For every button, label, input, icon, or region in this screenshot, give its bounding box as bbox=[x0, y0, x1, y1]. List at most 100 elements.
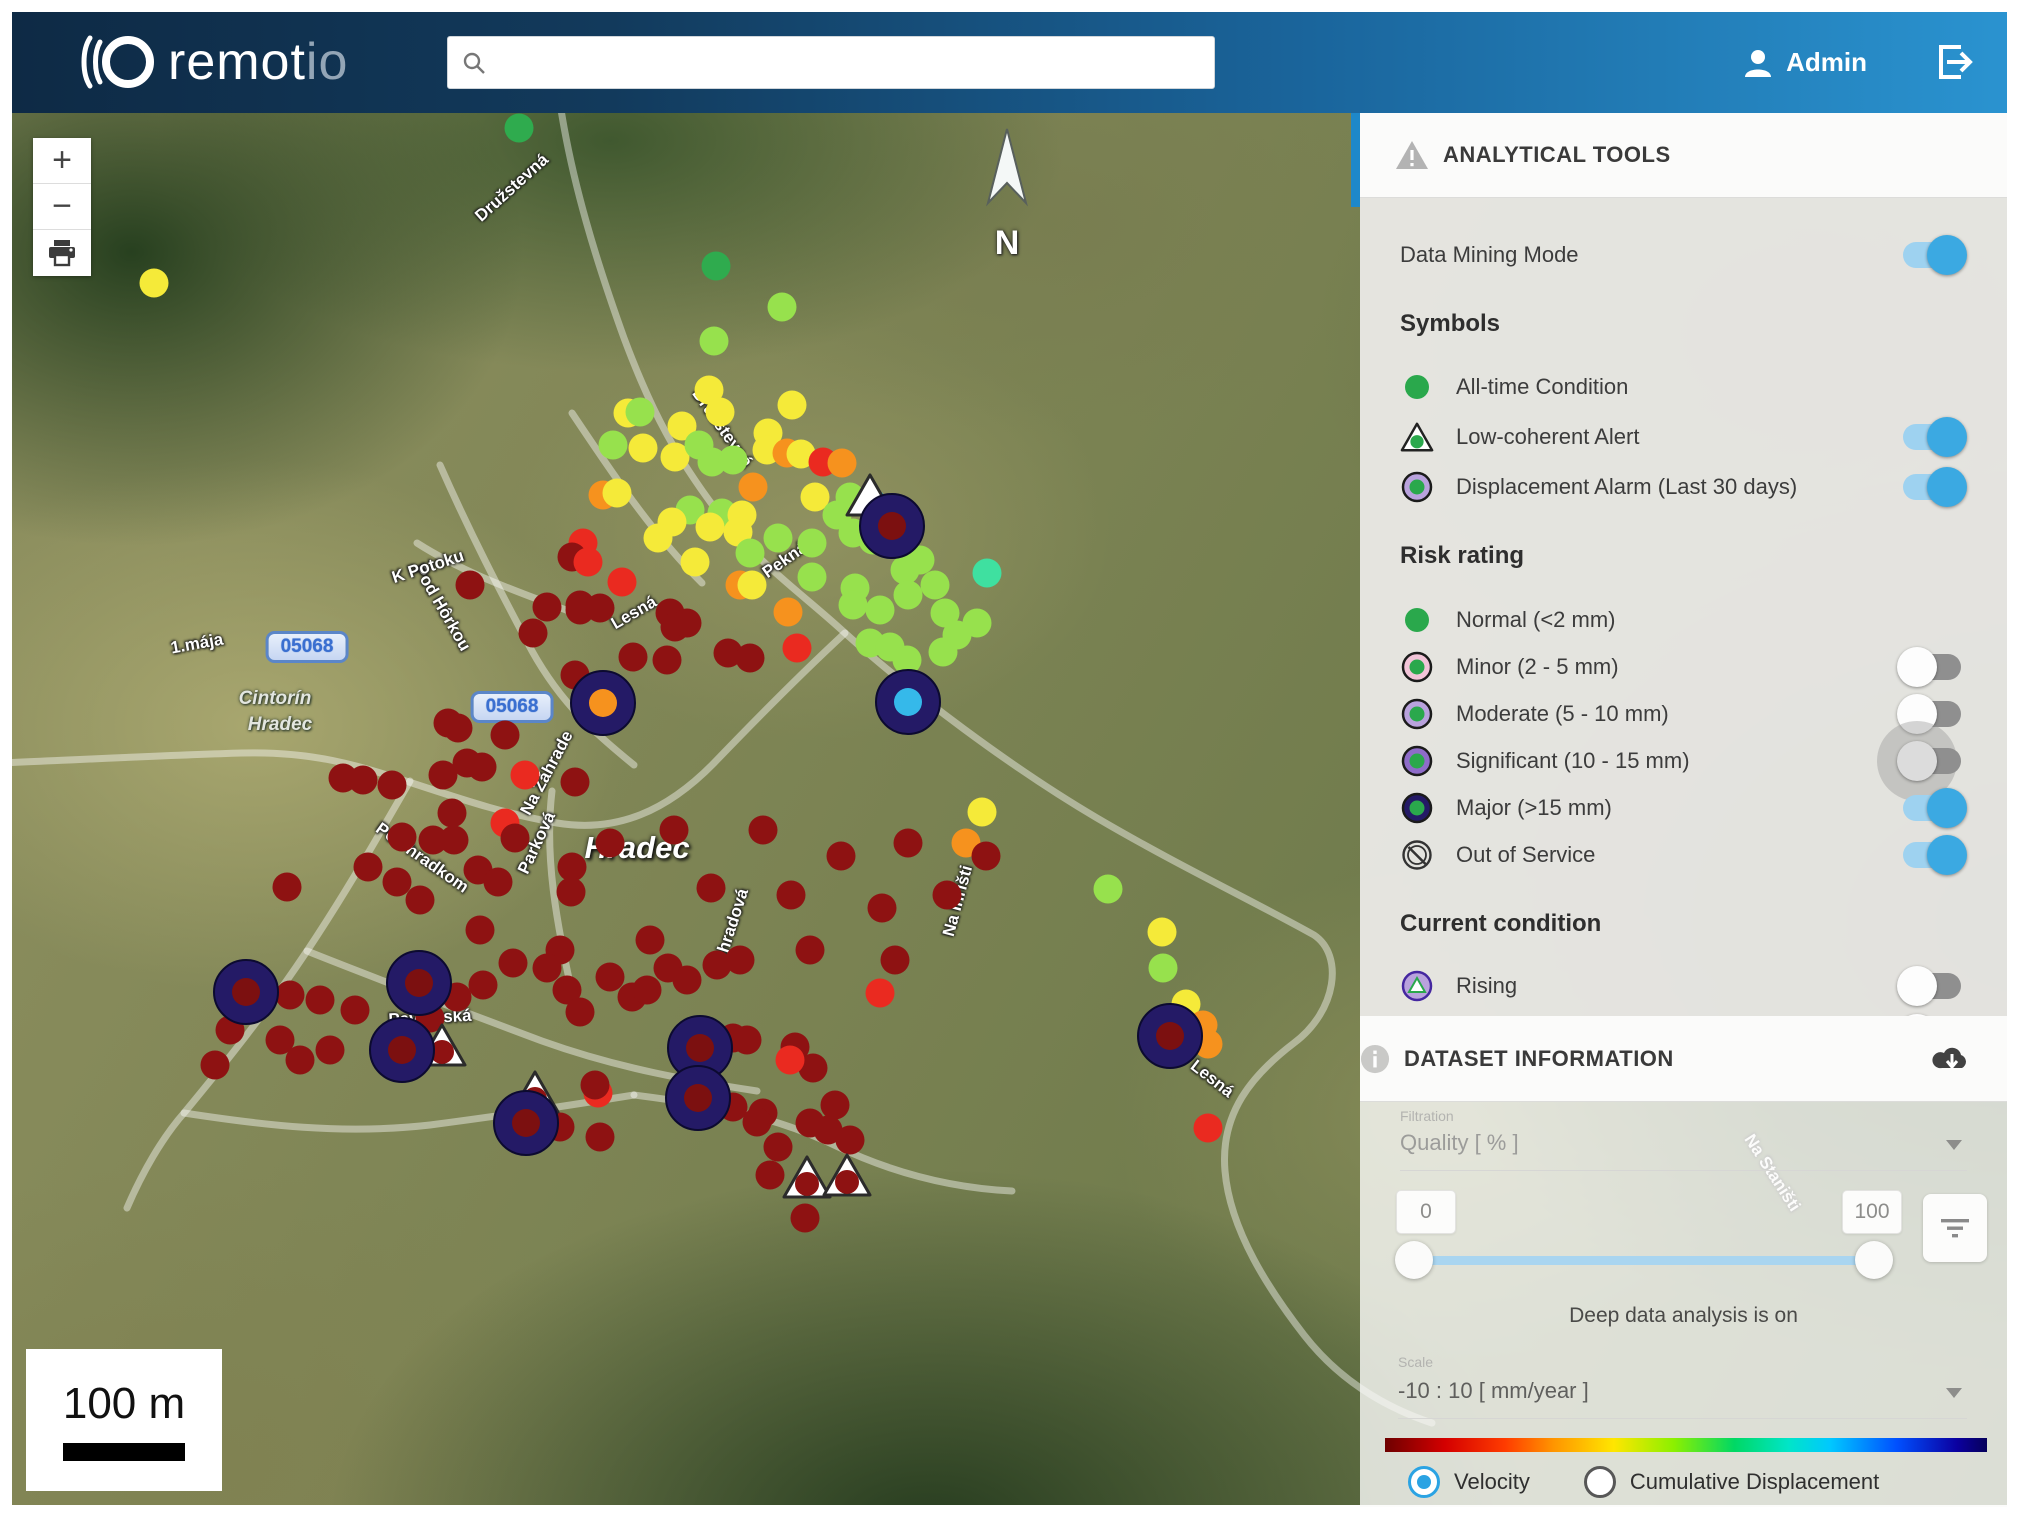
velocity-radio[interactable] bbox=[1408, 1466, 1440, 1498]
measurement-point[interactable] bbox=[1194, 1114, 1223, 1143]
measurement-point[interactable] bbox=[943, 621, 972, 650]
measurement-point[interactable] bbox=[749, 816, 778, 845]
measurement-point[interactable] bbox=[868, 894, 897, 923]
measurement-point[interactable] bbox=[894, 581, 923, 610]
measurement-point[interactable] bbox=[469, 971, 498, 1000]
major-displacement-alarm-marker[interactable] bbox=[386, 950, 452, 1016]
major-displacement-alarm-marker[interactable] bbox=[369, 1017, 435, 1083]
measurement-point[interactable] bbox=[140, 269, 169, 298]
measurement-point[interactable] bbox=[866, 596, 895, 625]
measurement-point[interactable] bbox=[972, 842, 1001, 871]
measurement-point[interactable] bbox=[491, 721, 520, 750]
slider-track[interactable] bbox=[1409, 1256, 1879, 1265]
major-displacement-alarm-marker[interactable] bbox=[859, 493, 925, 559]
rising-toggle[interactable] bbox=[1903, 973, 1961, 999]
measurement-point[interactable] bbox=[921, 571, 950, 600]
measurement-point[interactable] bbox=[968, 798, 997, 827]
measurement-point[interactable] bbox=[681, 548, 710, 577]
measurement-point[interactable] bbox=[636, 926, 665, 955]
major-displacement-alarm-marker[interactable] bbox=[213, 959, 279, 1025]
measurement-point[interactable] bbox=[660, 816, 689, 845]
user-menu[interactable]: Admin bbox=[1742, 12, 1867, 113]
measurement-point[interactable] bbox=[776, 1046, 805, 1075]
measurement-point[interactable] bbox=[700, 327, 729, 356]
measurement-point[interactable] bbox=[881, 946, 910, 975]
measurement-point[interactable] bbox=[703, 951, 732, 980]
measurement-point[interactable] bbox=[586, 1123, 615, 1152]
measurement-point[interactable] bbox=[561, 768, 590, 797]
sidebar-scrollbar-thumb[interactable] bbox=[1351, 113, 1360, 207]
minor-2-5-mm-toggle[interactable] bbox=[1903, 654, 1961, 680]
measurement-point[interactable] bbox=[484, 868, 513, 897]
measurement-point[interactable] bbox=[388, 823, 417, 852]
measurement-point[interactable] bbox=[866, 979, 895, 1008]
measurement-point[interactable] bbox=[499, 949, 528, 978]
measurement-point[interactable] bbox=[836, 1126, 865, 1155]
measurement-point[interactable] bbox=[933, 881, 962, 910]
measurement-point[interactable] bbox=[519, 619, 548, 648]
measurement-point[interactable] bbox=[894, 829, 923, 858]
measurement-point[interactable] bbox=[697, 874, 726, 903]
search-box[interactable] bbox=[447, 36, 1215, 89]
slider-knob-max[interactable] bbox=[1855, 1241, 1893, 1279]
measurement-point[interactable] bbox=[603, 479, 632, 508]
measurement-point[interactable] bbox=[341, 996, 370, 1025]
measurement-point[interactable] bbox=[201, 1051, 230, 1080]
measurement-point[interactable] bbox=[839, 591, 868, 620]
measurement-point[interactable] bbox=[273, 873, 302, 902]
measurement-point[interactable] bbox=[566, 596, 595, 625]
measurement-point[interactable] bbox=[456, 571, 485, 600]
measurement-point[interactable] bbox=[673, 966, 702, 995]
measurement-point[interactable] bbox=[378, 771, 407, 800]
measurement-point[interactable] bbox=[276, 981, 305, 1010]
measurement-point[interactable] bbox=[706, 398, 735, 427]
measurement-point[interactable] bbox=[796, 936, 825, 965]
major-15-mm-toggle[interactable] bbox=[1903, 795, 1961, 821]
quality-select[interactable]: Quality [ % ] bbox=[1400, 1130, 1967, 1171]
measurement-point[interactable] bbox=[777, 881, 806, 910]
data-mining-mode-toggle[interactable] bbox=[1903, 242, 1961, 268]
measurement-point[interactable] bbox=[821, 1091, 850, 1120]
zoom-in-button[interactable]: + bbox=[33, 138, 91, 184]
measurement-point[interactable] bbox=[349, 766, 378, 795]
measurement-point[interactable] bbox=[778, 391, 807, 420]
zoom-out-button[interactable]: − bbox=[33, 184, 91, 230]
measurement-point[interactable] bbox=[306, 986, 335, 1015]
quality-range-slider[interactable] bbox=[1409, 1240, 1879, 1280]
significant-10-15-mm-toggle[interactable] bbox=[1903, 748, 1961, 774]
measurement-point[interactable] bbox=[798, 529, 827, 558]
measurement-point[interactable] bbox=[581, 1071, 610, 1100]
scale-select[interactable]: -10 : 10 [ mm/year ] bbox=[1398, 1378, 1967, 1419]
measurement-point[interactable] bbox=[653, 646, 682, 675]
measurement-point[interactable] bbox=[574, 548, 603, 577]
measurement-point[interactable] bbox=[533, 593, 562, 622]
measurement-point[interactable] bbox=[644, 524, 673, 553]
measurement-point[interactable] bbox=[783, 634, 812, 663]
major-displacement-alarm-marker[interactable] bbox=[570, 670, 636, 736]
measurement-point[interactable] bbox=[566, 998, 595, 1027]
measurement-point[interactable] bbox=[702, 252, 731, 281]
low-coherent-alert-toggle[interactable] bbox=[1903, 424, 1961, 450]
measurement-point[interactable] bbox=[973, 559, 1002, 588]
measurement-point[interactable] bbox=[733, 1026, 762, 1055]
logout-icon[interactable] bbox=[1931, 39, 1977, 85]
major-displacement-alarm-marker[interactable] bbox=[1137, 1003, 1203, 1069]
measurement-point[interactable] bbox=[673, 609, 702, 638]
major-displacement-alarm-marker[interactable] bbox=[875, 669, 941, 735]
measurement-point[interactable] bbox=[827, 842, 856, 871]
displacement-alarm-last-30-days-toggle[interactable] bbox=[1903, 474, 1961, 500]
measurement-point[interactable] bbox=[626, 398, 655, 427]
measurement-point[interactable] bbox=[774, 598, 803, 627]
measurement-point[interactable] bbox=[791, 1204, 820, 1233]
measurement-point[interactable] bbox=[633, 976, 662, 1005]
slider-knob-min[interactable] bbox=[1395, 1241, 1433, 1279]
measurement-point[interactable] bbox=[764, 524, 793, 553]
range-max-box[interactable]: 100 bbox=[1842, 1190, 1902, 1234]
measurement-point[interactable] bbox=[629, 434, 658, 463]
measurement-point[interactable] bbox=[354, 853, 383, 882]
print-button[interactable] bbox=[33, 230, 91, 276]
measurement-point[interactable] bbox=[619, 643, 648, 672]
major-displacement-alarm-marker[interactable] bbox=[493, 1090, 559, 1156]
measurement-point[interactable] bbox=[719, 446, 748, 475]
cumulative-displacement-radio[interactable] bbox=[1584, 1466, 1616, 1498]
